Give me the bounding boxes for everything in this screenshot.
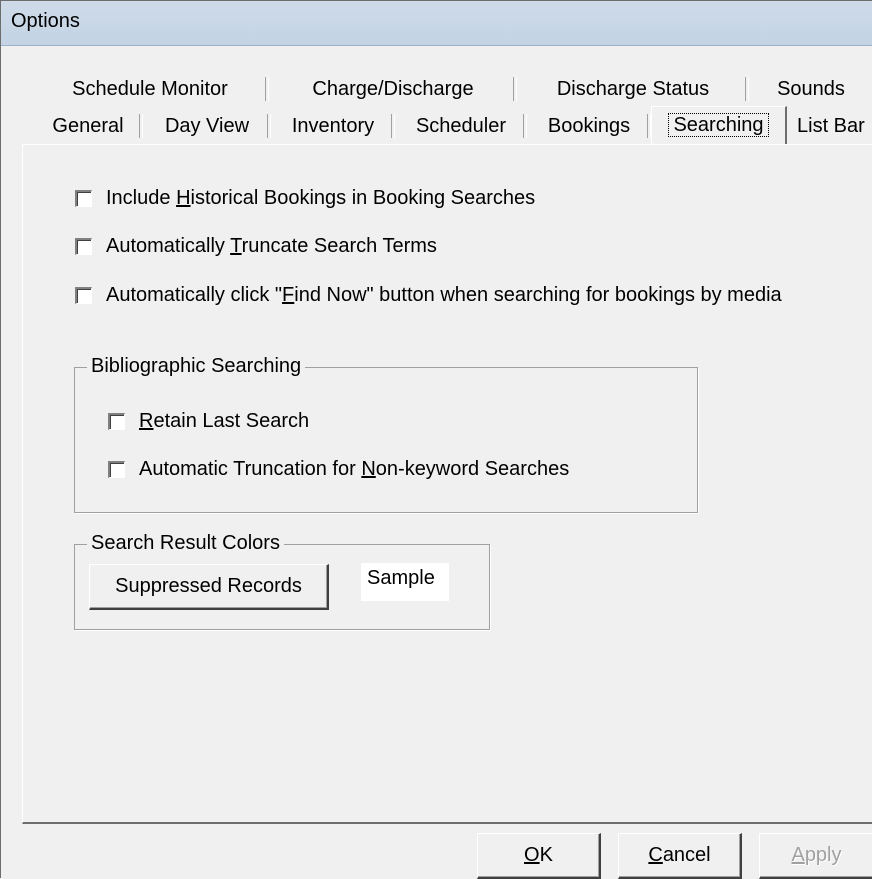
tab-label: Discharge Status [556, 78, 710, 100]
include-historical-checkbox[interactable]: Include Historical Bookings in Booking S… [75, 186, 535, 210]
button-label: Suppressed Records [115, 575, 302, 597]
tab-label: Charge/Discharge [312, 78, 474, 100]
checkbox-label: Automatic Truncation for Non-keyword Sea… [139, 457, 570, 480]
tab-label: General [52, 115, 124, 137]
checkbox-box[interactable] [75, 189, 92, 207]
checkbox-box[interactable] [75, 286, 92, 304]
checkbox-label: Automatically click "Find Now" button wh… [106, 283, 782, 306]
tab-label: Schedule Monitor [72, 78, 228, 100]
tab-bookings[interactable]: Bookings [527, 110, 651, 142]
title-bar[interactable]: Options [1, 1, 872, 46]
ok-button[interactable]: OK [477, 833, 601, 879]
sample-label: Sample [367, 567, 435, 589]
button-label: Apply [791, 844, 842, 866]
button-label: OK [524, 844, 553, 866]
checkbox-label: Include Historical Bookings in Booking S… [106, 186, 536, 209]
tab-day-view[interactable]: Day View [143, 110, 271, 142]
window-title: Options [11, 10, 80, 32]
bibliographic-searching-group: Bibliographic Searching [74, 355, 698, 513]
tab-charge-discharge[interactable]: Charge/Discharge [269, 73, 517, 105]
tab-scheduler[interactable]: Scheduler [395, 110, 527, 142]
tab-label: List Bar [797, 115, 865, 137]
tab-label: Bookings [547, 115, 631, 137]
checkbox-box[interactable] [108, 412, 125, 430]
auto-truncation-nonkeyword-checkbox[interactable]: Automatic Truncation for Non-keyword Sea… [108, 457, 569, 481]
tab-discharge-status[interactable]: Discharge Status [517, 73, 749, 105]
tab-label: Scheduler [415, 115, 507, 137]
suppressed-records-button[interactable]: Suppressed Records [89, 564, 329, 610]
apply-button[interactable]: Apply [759, 833, 872, 879]
tab-inventory[interactable]: Inventory [271, 110, 395, 142]
tab-label: Searching [668, 113, 769, 137]
tab-label: Sounds [777, 78, 845, 100]
tab-list-bar[interactable]: List Bar [787, 110, 872, 142]
color-sample: Sample [361, 563, 449, 601]
group-legend: Bibliographic Searching [87, 355, 306, 378]
checkbox-label: Automatically Truncate Search Terms [106, 234, 437, 257]
checkbox-label: Retain Last Search [139, 409, 310, 432]
retain-last-search-checkbox[interactable]: Retain Last Search [108, 409, 309, 433]
auto-truncate-checkbox[interactable]: Automatically Truncate Search Terms [75, 234, 437, 258]
checkbox-box[interactable] [75, 237, 92, 255]
options-window: Options Schedule Monitor Charge/Discharg… [0, 0, 872, 879]
group-legend: Search Result Colors [87, 532, 284, 555]
auto-find-now-checkbox[interactable]: Automatically click "Find Now" button wh… [75, 283, 782, 307]
tab-label: Inventory [291, 115, 375, 137]
tab-sounds[interactable]: Sounds [749, 73, 872, 105]
tab-schedule-monitor[interactable]: Schedule Monitor [31, 73, 269, 105]
tab-general[interactable]: General [33, 110, 143, 142]
button-label: Cancel [648, 844, 711, 866]
cancel-button[interactable]: Cancel [618, 833, 742, 879]
tab-label: Day View [164, 115, 250, 137]
checkbox-box[interactable] [108, 460, 125, 478]
tab-searching[interactable]: Searching [651, 106, 787, 145]
